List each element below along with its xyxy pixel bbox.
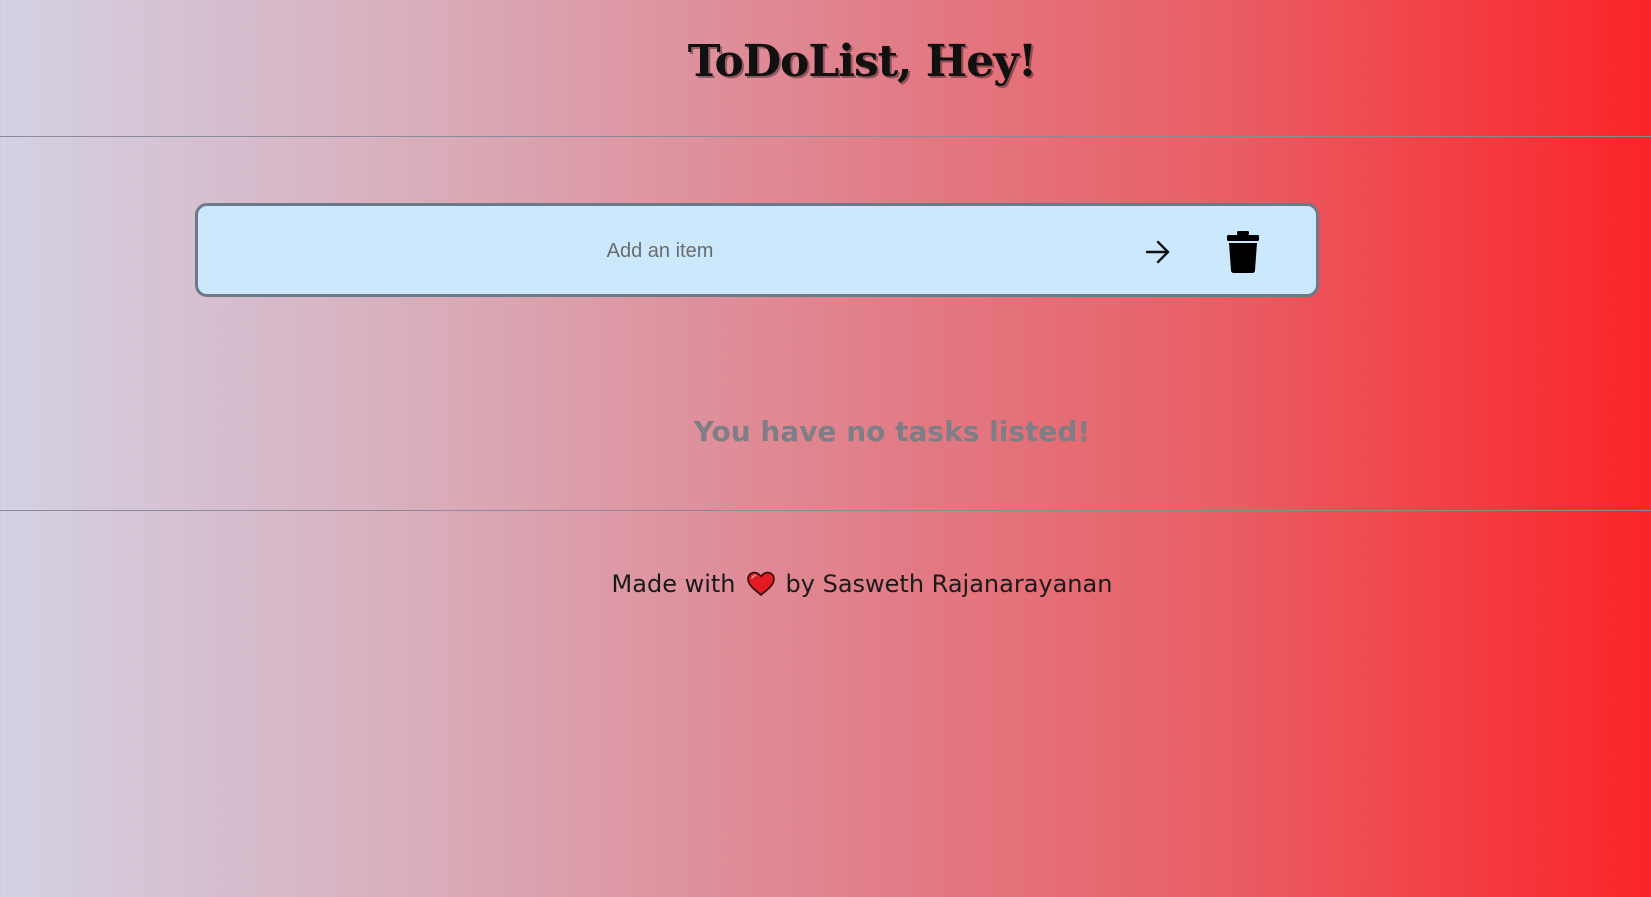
footer-author: by Sasweth Rajanarayanan: [785, 570, 1113, 598]
page-title: ToDoList, Hey!: [687, 36, 1037, 87]
add-item-bar: [195, 203, 1319, 297]
empty-tasks-message: You have no tasks listed!: [693, 415, 1091, 448]
add-item-button[interactable]: [1138, 232, 1178, 272]
arrow-right-icon: [1145, 240, 1170, 264]
page-header: ToDoList, Hey!: [0, 0, 1651, 137]
footer: Made with by Sasweth Rajanarayanan: [0, 570, 1651, 598]
trash-icon: [1227, 231, 1259, 273]
heart-icon: [746, 571, 776, 597]
delete-all-button[interactable]: [1223, 228, 1263, 276]
footer-prefix: Made with: [611, 570, 736, 598]
add-item-input[interactable]: [298, 226, 1022, 276]
footer-divider: [0, 510, 1651, 511]
